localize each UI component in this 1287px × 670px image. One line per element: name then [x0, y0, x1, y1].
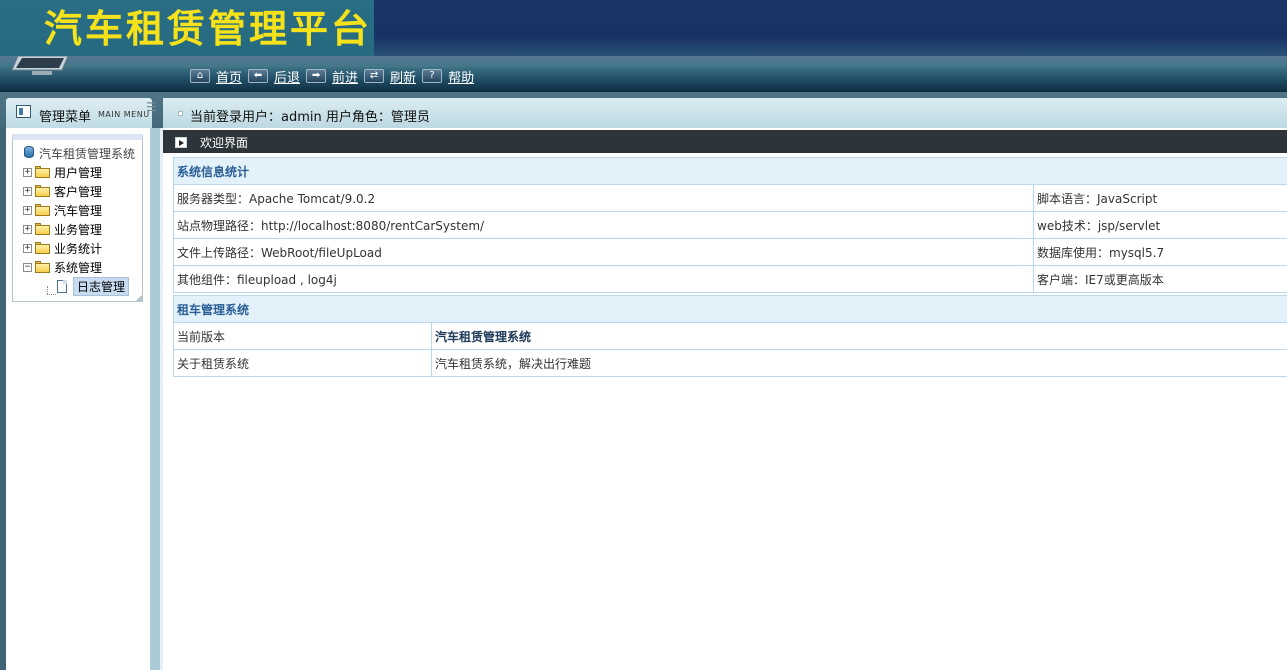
table-row: 服务器类型：Apache Tomcat/9.0.2 脚本语言：JavaScrip…	[173, 184, 1287, 212]
rent-info-table: 租车管理系统 当前版本 汽车租赁管理系统 关于租赁系统 汽车租赁系统，解决出行难…	[172, 295, 1287, 377]
refresh-icon: ⇄	[364, 69, 385, 83]
tree-item-label[interactable]: 日志管理	[73, 276, 130, 296]
user-bar: 当前登录用户：admin 用户角色：管理员	[163, 98, 1287, 128]
menu-tree: 汽车租赁管理系统 + 用户管理 + 客户管理 + 汽车管理 + 业务管理 + 业…	[12, 134, 143, 302]
document-icon	[57, 279, 67, 293]
other-components: 其他组件：fileupload , log4j	[173, 265, 1034, 293]
folder-icon	[35, 166, 50, 178]
version-label: 当前版本	[173, 322, 432, 350]
rent-info-heading: 租车管理系统	[172, 295, 1287, 323]
home-icon: ⌂	[190, 69, 210, 83]
menu-header: 管理菜单 MAIN MENU	[6, 98, 152, 128]
main-content: 欢迎界面 系统信息统计 服务器类型：Apache Tomcat/9.0.2 脚本…	[163, 128, 1287, 670]
table-row: 关于租赁系统 汽车租赁系统，解决出行难题	[173, 349, 1287, 377]
table-row: 其他组件：fileupload , log4j 客户端：IE7或更高版本	[173, 265, 1287, 293]
expand-icon[interactable]: +	[23, 224, 32, 234]
nav-help-label[interactable]: 帮助	[448, 67, 474, 86]
table-row: 文件上传路径：WebRoot/fileUpLoad 数据库使用：mysql5.7	[173, 238, 1287, 266]
collapse-icon[interactable]: −	[23, 262, 32, 272]
back-arrow-icon: ⬅	[248, 69, 269, 83]
tree-item-customer-mgmt[interactable]: + 客户管理	[13, 182, 102, 200]
upload-path: 文件上传路径：WebRoot/fileUpLoad	[173, 238, 1034, 266]
database-used: 数据库使用：mysql5.7	[1032, 238, 1287, 266]
system-info-table: 系统信息统计 服务器类型：Apache Tomcat/9.0.2 脚本语言：Ja…	[172, 157, 1287, 293]
tree-item-user-mgmt[interactable]: + 用户管理	[13, 163, 102, 181]
version-value: 汽车租赁管理系统	[430, 322, 1287, 350]
expand-icon[interactable]: +	[23, 186, 32, 196]
nav-refresh-button[interactable]: ⇄ 刷新	[364, 67, 416, 86]
tree-item-label[interactable]: 系统管理	[54, 259, 102, 276]
nav-forward-label[interactable]: 前进	[332, 67, 358, 86]
tree-item-label[interactable]: 汽车管理	[54, 202, 102, 219]
top-nav: ⌂ 首页 ⬅ 后退 ➡ 前进 ⇄ 刷新 ? 帮助	[190, 67, 480, 86]
tree-item-log-mgmt[interactable]: 日志管理	[13, 276, 130, 296]
database-icon	[22, 146, 36, 160]
script-language: 脚本语言：JavaScript	[1032, 184, 1287, 212]
play-icon	[175, 137, 187, 148]
folder-icon	[35, 223, 50, 235]
client-requirement: 客户端：IE7或更高版本	[1032, 265, 1287, 293]
folder-icon	[35, 242, 50, 254]
tree-root-label[interactable]: 汽车租赁管理系统	[39, 145, 135, 162]
about-value: 汽车租赁系统，解决出行难题	[430, 349, 1287, 377]
nav-home-button[interactable]: ⌂ 首页	[190, 67, 242, 86]
tree-root[interactable]: 汽车租赁管理系统	[13, 144, 135, 162]
forward-arrow-icon: ➡	[306, 69, 327, 83]
tree-item-business-mgmt[interactable]: + 业务管理	[13, 220, 102, 238]
help-icon: ?	[422, 69, 443, 83]
about-label: 关于租赁系统	[173, 349, 432, 377]
tree-item-system-mgmt[interactable]: − 系统管理	[13, 258, 102, 276]
system-info-heading: 系统信息统计	[172, 157, 1287, 185]
folder-icon	[35, 185, 50, 197]
folder-icon	[35, 204, 50, 216]
app-title: 汽车租赁管理平台	[44, 7, 373, 51]
bullet-icon	[178, 111, 183, 116]
nav-home-label[interactable]: 首页	[216, 67, 242, 86]
menu-panel-icon	[16, 105, 31, 118]
expand-icon[interactable]: +	[23, 167, 32, 177]
monitor-icon	[11, 56, 68, 75]
tree-item-label[interactable]: 客户管理	[54, 183, 102, 200]
server-type: 服务器类型：Apache Tomcat/9.0.2	[173, 184, 1034, 212]
nav-back-button[interactable]: ⬅ 后退	[248, 67, 300, 86]
nav-refresh-label[interactable]: 刷新	[390, 67, 416, 86]
nav-help-button[interactable]: ? 帮助	[422, 67, 474, 86]
site-path: 站点物理路径：http://localhost:8080/rentCarSyst…	[173, 211, 1034, 239]
expand-icon[interactable]: +	[23, 243, 32, 253]
current-user-info: 当前登录用户：admin 用户角色：管理员	[190, 110, 430, 125]
menu-title: 管理菜单	[39, 110, 92, 125]
tree-item-label[interactable]: 业务管理	[54, 221, 102, 238]
table-row: 当前版本 汽车租赁管理系统	[173, 322, 1287, 350]
tree-item-label[interactable]: 用户管理	[54, 164, 102, 181]
title-block: 汽车租赁管理平台	[0, 0, 374, 56]
expand-icon[interactable]: +	[23, 205, 32, 215]
table-row: 站点物理路径：http://localhost:8080/rentCarSyst…	[173, 211, 1287, 239]
app-header: 汽车租赁管理平台 ⌂ 首页 ⬅ 后退 ➡ 前进 ⇄ 刷新 ? 帮助	[0, 0, 1287, 92]
tree-item-label[interactable]: 业务统计	[54, 240, 102, 257]
sub-header: 管理菜单 MAIN MENU ☰ 当前登录用户：admin 用户角色：管理员	[0, 92, 1287, 128]
menu-subtitle: MAIN MENU	[98, 110, 150, 119]
menu-toggle-icon[interactable]: ☰	[146, 100, 157, 114]
open-folder-icon	[35, 261, 50, 273]
tree-item-car-mgmt[interactable]: + 汽车管理	[13, 201, 102, 219]
web-technology: web技术：jsp/servlet	[1032, 211, 1287, 239]
welcome-bar: 欢迎界面	[163, 130, 1287, 153]
sidebar: 汽车租赁管理系统 + 用户管理 + 客户管理 + 汽车管理 + 业务管理 + 业…	[0, 128, 163, 670]
tree-item-business-stats[interactable]: + 业务统计	[13, 239, 102, 257]
nav-back-label[interactable]: 后退	[274, 67, 300, 86]
welcome-title: 欢迎界面	[200, 136, 249, 150]
nav-forward-button[interactable]: ➡ 前进	[306, 67, 358, 86]
